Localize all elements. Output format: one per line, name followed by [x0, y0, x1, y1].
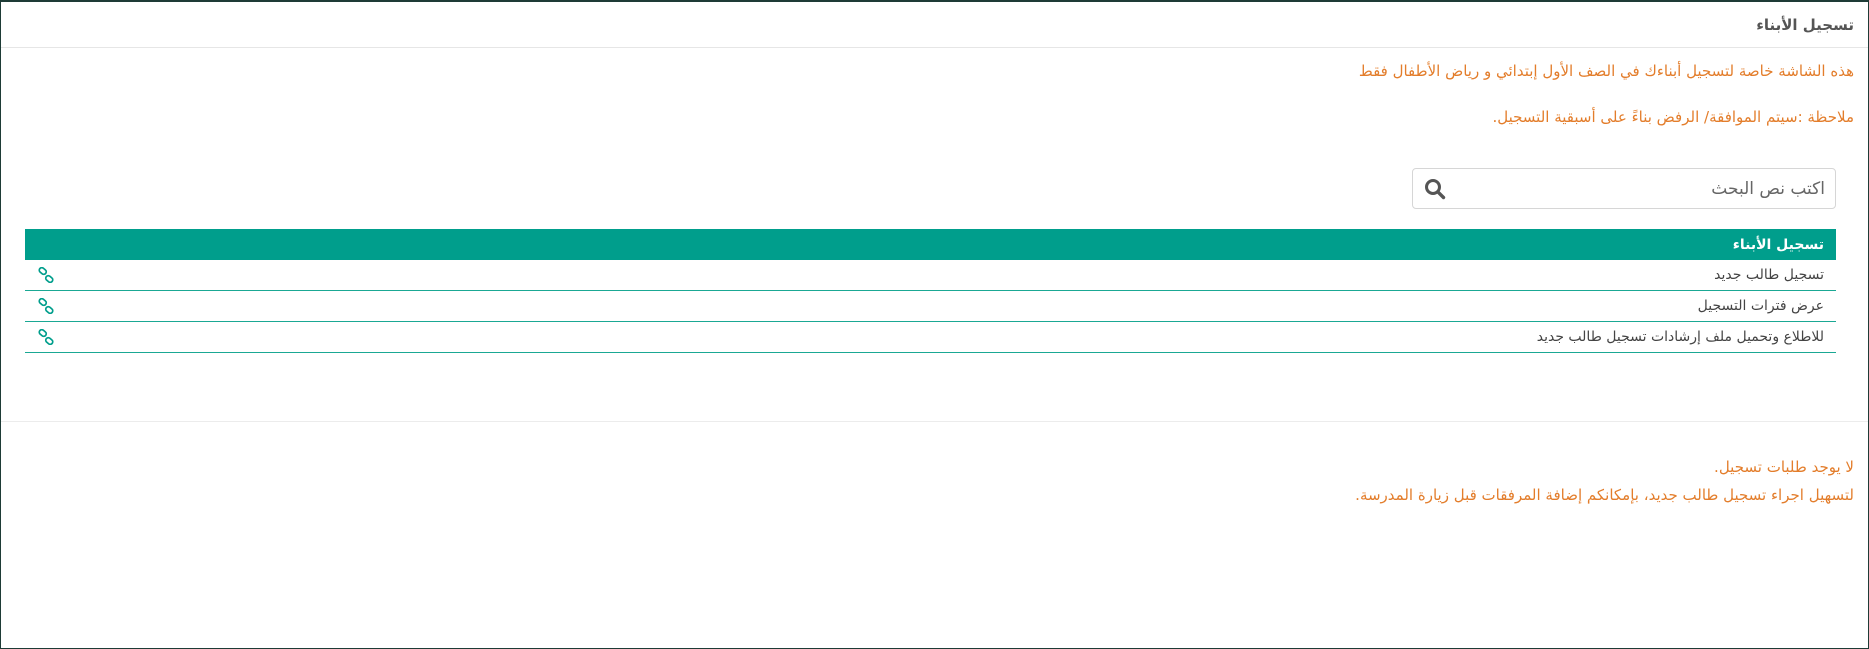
- row-label-new-student[interactable]: تسجيل طالب جديد: [1714, 267, 1824, 283]
- list-item[interactable]: عرض فترات التسجيل: [25, 291, 1836, 322]
- registration-panel: تسجيل الأبناء هذه الشاشة خاصة لتسجيل أبن…: [0, 0, 1869, 649]
- search-box[interactable]: [1412, 168, 1836, 209]
- page-title: تسجيل الأبناء: [1756, 15, 1854, 34]
- link-icon[interactable]: [37, 266, 55, 284]
- priority-note: ملاحظة :سيتم الموافقة/ الرفض بناءً على أ…: [1492, 108, 1854, 126]
- link-icon[interactable]: [37, 297, 55, 315]
- search-input[interactable]: [1457, 169, 1835, 208]
- attachments-notice: لتسهيل اجراء تسجيل طالب جديد، بإمكانكم إ…: [1355, 486, 1854, 504]
- grid-header-label: تسجيل الأبناء: [1732, 236, 1824, 253]
- info-notice: هذه الشاشة خاصة لتسجيل أبناءك في الصف ال…: [1358, 62, 1854, 80]
- list-item[interactable]: للاطلاع وتحميل ملف إرشادات تسجيل طالب جد…: [25, 322, 1836, 353]
- no-requests-notice: لا يوجد طلبات تسجيل.: [1714, 458, 1854, 476]
- grid-header: تسجيل الأبناء: [25, 229, 1836, 260]
- list-item[interactable]: تسجيل طالب جديد: [25, 260, 1836, 291]
- section-divider: [1, 421, 1868, 422]
- registration-grid: تسجيل الأبناء تسجيل طالب جديد عرض فترات …: [25, 229, 1836, 353]
- panel-header: تسجيل الأبناء: [1, 2, 1868, 48]
- search-icon[interactable]: [1413, 169, 1457, 208]
- row-label-guidelines[interactable]: للاطلاع وتحميل ملف إرشادات تسجيل طالب جد…: [1537, 329, 1824, 345]
- link-icon[interactable]: [37, 328, 55, 346]
- row-label-periods[interactable]: عرض فترات التسجيل: [1698, 298, 1824, 314]
